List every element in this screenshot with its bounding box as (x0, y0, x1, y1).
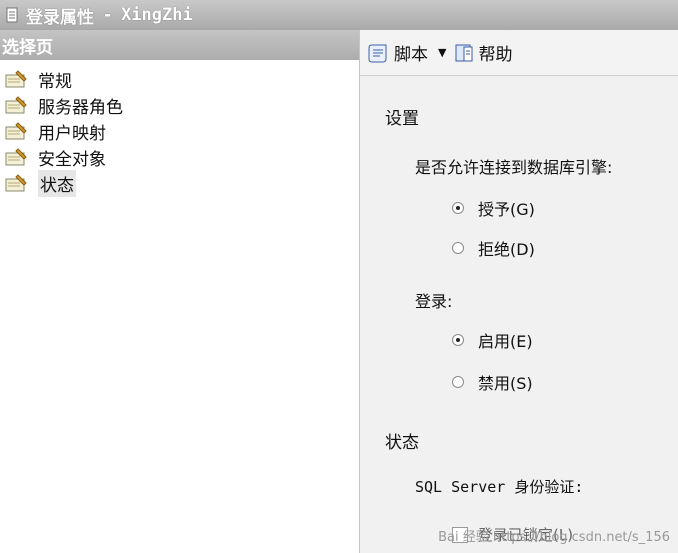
disable-radio-indicator[interactable] (452, 376, 464, 388)
page-wrench-icon (5, 122, 27, 140)
page-item-label: 状态 (38, 169, 76, 197)
page-item-server-roles[interactable]: 服务器角色 (0, 92, 359, 118)
help-button[interactable]: 帮助 (454, 40, 512, 65)
enable-radio-indicator[interactable] (452, 334, 464, 346)
script-button[interactable]: 脚本 (368, 40, 428, 65)
grant-label: 授予(G) (478, 200, 535, 219)
window-title: 登录属性 (26, 7, 94, 28)
page-list: 常规 服务器角色 用户映射 安全对象 状态 (0, 66, 359, 197)
page-item-label: 安全对象 (38, 149, 106, 170)
page-item-label: 服务器角色 (38, 97, 123, 118)
page-wrench-icon (5, 70, 27, 88)
properties-window-icon (6, 7, 18, 23)
page-wrench-icon (5, 96, 27, 114)
enable-radio[interactable]: 启用(E) (452, 328, 533, 352)
login-name: XingZhi (121, 5, 193, 25)
page-selector-header: 选择页 (0, 30, 359, 60)
page-item-label: 常规 (38, 71, 72, 92)
enable-label: 启用(E) (478, 332, 533, 351)
sql-auth-label: SQL Server 身份验证: (415, 478, 584, 496)
grant-radio-indicator[interactable] (452, 202, 464, 214)
login-question: 登录: (415, 292, 453, 311)
script-label: 脚本 (394, 45, 428, 65)
properties-panel: 脚本 ▼ 帮助 设置 是否允许连接到数据库引擎: 授予(G) 拒绝(D) 登录: (360, 30, 678, 553)
page-item-label: 用户映射 (38, 123, 106, 144)
grant-radio[interactable]: 授予(G) (452, 196, 535, 220)
settings-section-title: 设置 (385, 109, 419, 129)
window-title-bar: 登录属性 - XingZhi (0, 0, 678, 30)
page-wrench-icon (5, 148, 27, 166)
title-separator: - (104, 5, 112, 25)
toolbar: 脚本 ▼ 帮助 (360, 30, 678, 76)
page-item-user-mapping[interactable]: 用户映射 (0, 118, 359, 144)
watermark: Bai 经验 https://blog.csdn.net/s_156 (438, 530, 670, 545)
page-item-status[interactable]: 状态 (0, 169, 359, 197)
deny-radio-indicator[interactable] (452, 242, 464, 254)
disable-label: 禁用(S) (478, 374, 533, 393)
help-label: 帮助 (478, 45, 513, 65)
page-item-general[interactable]: 常规 (0, 66, 359, 92)
deny-label: 拒绝(D) (478, 240, 535, 259)
page-item-securables[interactable]: 安全对象 (0, 144, 359, 170)
script-dropdown-arrow-icon[interactable]: ▼ (438, 46, 446, 59)
deny-radio[interactable]: 拒绝(D) (452, 236, 535, 260)
script-icon (368, 44, 387, 62)
db-engine-question: 是否允许连接到数据库引擎: (415, 158, 613, 177)
status-section-title: 状态 (385, 433, 419, 453)
page-wrench-icon (5, 174, 27, 192)
help-book-icon (455, 44, 473, 61)
page-selector-panel: 选择页 常规 服务器角色 用户映射 安全对象 状态 (0, 30, 360, 553)
disable-radio[interactable]: 禁用(S) (452, 370, 533, 394)
